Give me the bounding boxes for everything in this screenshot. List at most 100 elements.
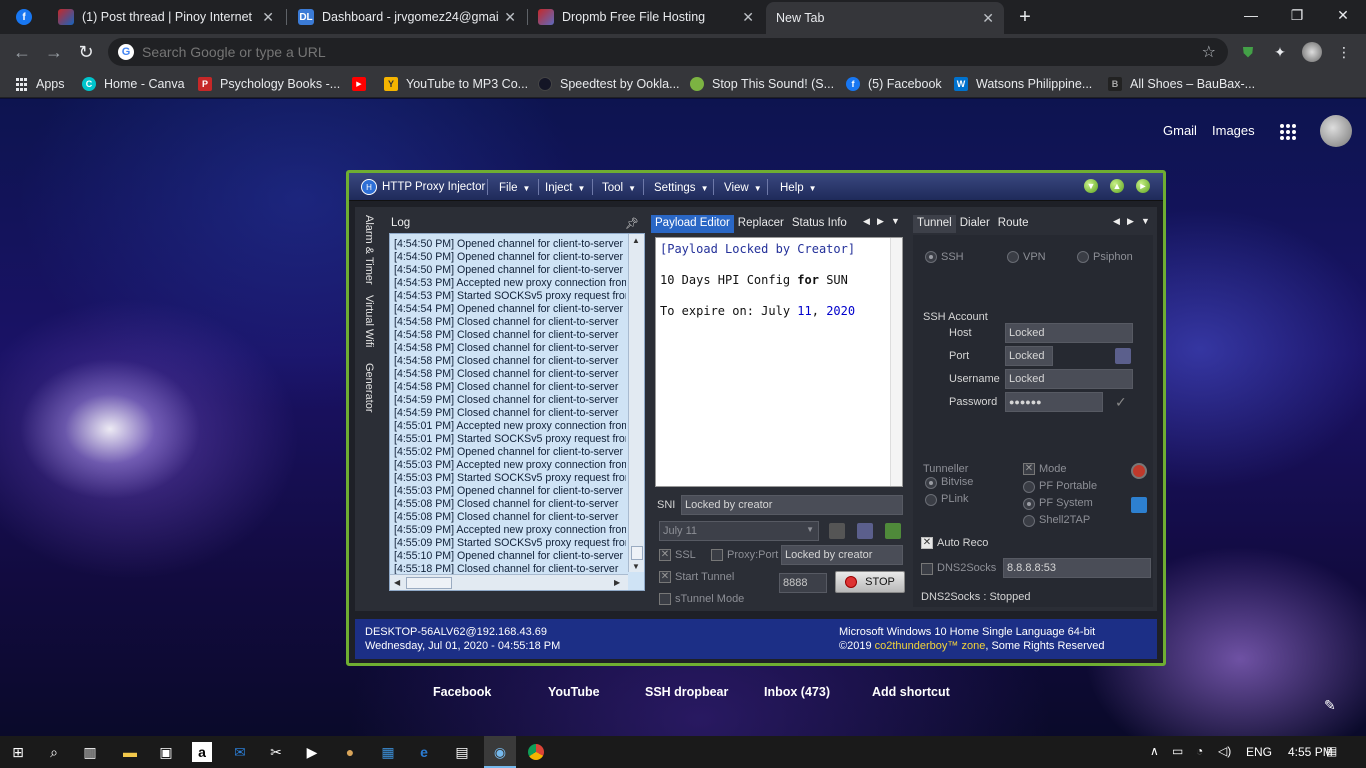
- scroll-up-icon[interactable]: ▲: [632, 236, 640, 245]
- shortcut-facebook[interactable]: Facebook: [433, 685, 491, 699]
- side-tab-virtual-wifi[interactable]: Virtual Wifi: [363, 295, 375, 347]
- start-tunnel-checkbox[interactable]: ✕: [659, 571, 671, 583]
- bookmark-psychology-books[interactable]: P Psychology Books -...: [198, 75, 340, 93]
- bookmark-stop-this-sound[interactable]: Stop This Sound! (S...: [690, 75, 834, 93]
- payload-scrollbar[interactable]: [890, 238, 902, 486]
- plink-radio[interactable]: [925, 494, 937, 506]
- menu-file[interactable]: File ▼: [493, 179, 536, 197]
- scroll-left-icon[interactable]: ◀: [394, 578, 400, 587]
- shortcut-inbox[interactable]: Inbox (473): [764, 685, 830, 699]
- side-tab-generator[interactable]: Generator: [363, 363, 375, 413]
- account-avatar[interactable]: [1320, 115, 1352, 147]
- bookmark-apps[interactable]: Apps: [14, 75, 65, 93]
- minimize-button[interactable]: —: [1228, 0, 1274, 30]
- tab-dropmb[interactable]: Dropmb Free File Hosting ✕: [528, 0, 764, 34]
- network-icon[interactable]: ◔: [1196, 744, 1203, 758]
- save-icon[interactable]: [857, 523, 873, 539]
- battery-icon[interactable]: ▭: [1172, 744, 1183, 758]
- media-player-icon[interactable]: ▶: [302, 742, 322, 762]
- network-app-icon[interactable]: ▤: [452, 742, 472, 762]
- close-icon[interactable]: ✕: [262, 9, 274, 26]
- scroll-down-icon[interactable]: ▼: [632, 562, 640, 571]
- refresh-icon[interactable]: [1131, 497, 1147, 513]
- bookmark-youtube-mp3[interactable]: Y YouTube to MP3 Co...: [384, 75, 528, 93]
- bitvise-radio[interactable]: [925, 477, 937, 489]
- images-link[interactable]: Images: [1212, 123, 1255, 138]
- pin-icon[interactable]: 📌︎: [625, 217, 639, 230]
- calculator-icon[interactable]: ▦: [378, 742, 398, 762]
- scroll-right-icon[interactable]: ▶: [614, 578, 620, 587]
- customize-pencil-icon[interactable]: ✎: [1324, 697, 1336, 714]
- log-horizontal-scrollbar[interactable]: ◀ ▶: [390, 574, 628, 590]
- snip-icon[interactable]: ✂: [266, 742, 286, 762]
- payload-editor[interactable]: [Payload Locked by Creator] 10 Days HPI …: [655, 237, 903, 487]
- shield-extension-icon[interactable]: ⛊: [1238, 42, 1258, 62]
- shortcut-ssh-dropbear[interactable]: SSH dropbear: [645, 685, 728, 699]
- menu-tool[interactable]: Tool ▼: [596, 179, 642, 197]
- dns2socks-field[interactable]: 8.8.8.8:53: [1003, 558, 1151, 578]
- ssh-radio[interactable]: [925, 251, 937, 263]
- tab-facebook-pinned[interactable]: f: [6, 0, 50, 34]
- stunnel-mode-checkbox[interactable]: [659, 593, 671, 605]
- tab-new-tab[interactable]: New Tab ✕: [766, 2, 1004, 34]
- forward-button[interactable]: →: [42, 40, 66, 64]
- search-icon[interactable]: ⌕: [44, 742, 64, 762]
- menu-icon[interactable]: ⋮: [1334, 42, 1354, 62]
- tab-route[interactable]: Route: [994, 215, 1033, 233]
- windows-start-icon[interactable]: ⊞: [8, 742, 28, 762]
- reload-button[interactable]: ↻: [74, 40, 98, 64]
- omnibox[interactable]: G ☆: [108, 38, 1228, 66]
- tab-status-info[interactable]: Status Info: [788, 215, 851, 233]
- tab-payload-editor[interactable]: Payload Editor: [651, 215, 734, 233]
- tab-replacer[interactable]: Replacer: [734, 215, 788, 233]
- pf-system-radio[interactable]: [1023, 498, 1035, 510]
- amazon-icon[interactable]: a: [192, 742, 212, 762]
- log-box[interactable]: [4:54:50 PM] Opened channel for client-t…: [389, 233, 645, 591]
- chrome-icon[interactable]: [526, 742, 546, 762]
- bookmark-canva[interactable]: C Home - Canva: [82, 75, 185, 93]
- vpn-radio[interactable]: [1007, 251, 1019, 263]
- shortcut-youtube[interactable]: YouTube: [548, 685, 600, 699]
- psiphon-radio[interactable]: [1077, 251, 1089, 263]
- scroll-thumb[interactable]: [406, 577, 452, 589]
- listen-port-field[interactable]: 8888: [779, 573, 827, 593]
- maximize-up-icon[interactable]: ▲: [1110, 179, 1124, 193]
- menu-view[interactable]: View ▼: [718, 179, 768, 197]
- tab-list-dropdown-icon[interactable]: ▼: [891, 216, 900, 226]
- close-icon[interactable]: ✕: [504, 9, 516, 26]
- menu-inject[interactable]: Inject ▼: [539, 179, 591, 197]
- edge-icon[interactable]: e: [414, 742, 434, 762]
- maximize-button[interactable]: ❐: [1274, 0, 1320, 30]
- host-field[interactable]: Locked: [1005, 323, 1133, 343]
- show-hidden-icons-icon[interactable]: ∧: [1150, 744, 1159, 758]
- side-tab-alarm-timer[interactable]: Alarm & Timer: [363, 215, 375, 285]
- expiry-date-select[interactable]: July 11 ▼: [659, 521, 819, 541]
- file-icon[interactable]: [829, 523, 845, 539]
- dns2socks-checkbox[interactable]: [921, 563, 933, 575]
- extensions-icon[interactable]: ✦: [1270, 42, 1290, 62]
- bookmark-watsons[interactable]: W Watsons Philippine...: [954, 75, 1092, 93]
- profile-avatar[interactable]: [1302, 42, 1322, 62]
- file-explorer-icon[interactable]: ▬: [120, 742, 140, 762]
- shortcut-add[interactable]: Add shortcut: [872, 685, 950, 699]
- mode-checkbox[interactable]: ✕: [1023, 463, 1035, 475]
- menu-settings[interactable]: Settings ▼: [648, 179, 714, 197]
- language-indicator[interactable]: ENG: [1246, 745, 1272, 759]
- volume-icon[interactable]: ◁): [1218, 744, 1231, 758]
- tab-tunnel[interactable]: Tunnel: [913, 215, 956, 233]
- tab-list-dropdown-icon[interactable]: ▼: [1141, 216, 1150, 226]
- close-icon[interactable]: ✕: [982, 10, 994, 27]
- copyright-link[interactable]: co2thunderboy™ zone: [875, 640, 986, 652]
- tab-dashboard[interactable]: DL Dashboard - jrvgomez24@gmail. ✕: [288, 0, 526, 34]
- app-icon[interactable]: ●: [340, 742, 360, 762]
- record-icon[interactable]: [1131, 463, 1147, 479]
- password-field[interactable]: ●●●●●●: [1005, 392, 1103, 412]
- pf-portable-radio[interactable]: [1023, 481, 1035, 493]
- username-field[interactable]: Locked: [1005, 369, 1133, 389]
- proxy-port-field[interactable]: Locked by creator: [781, 545, 903, 565]
- tab-scroll-right-icon[interactable]: ▶: [877, 216, 884, 227]
- ssl-checkbox[interactable]: ✕: [659, 549, 671, 561]
- mail-icon[interactable]: ✉: [230, 742, 250, 762]
- checkmark-icon[interactable]: ✓: [1115, 394, 1131, 410]
- bookmark-facebook[interactable]: f (5) Facebook: [846, 75, 942, 93]
